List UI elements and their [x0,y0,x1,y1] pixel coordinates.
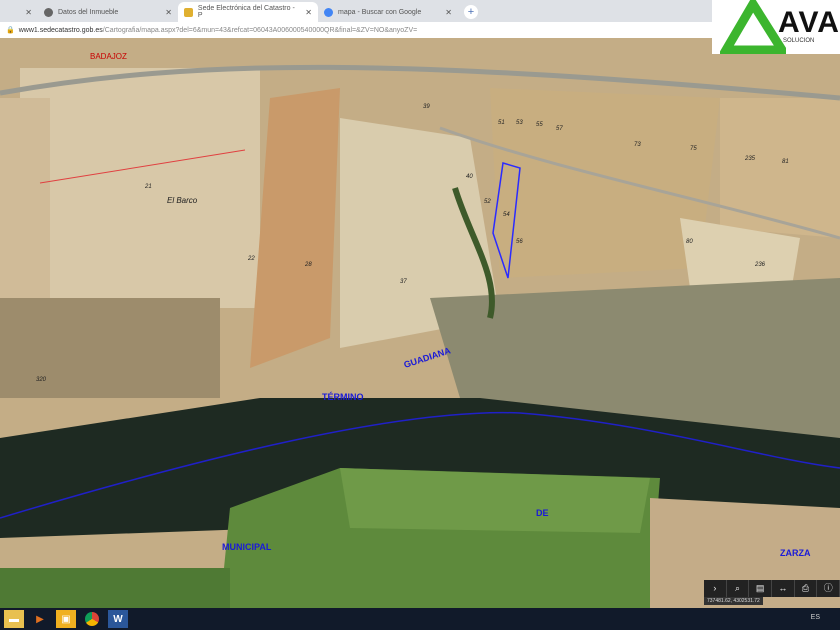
parcel [20,68,260,308]
parcel-label: 39 [423,104,430,110]
word-icon[interactable]: W [108,610,128,628]
company-logo: AVA SOLUCION [712,0,840,54]
parcel-label: 57 [556,126,563,132]
google-icon [324,7,333,17]
parcel-label: 40 [466,174,473,180]
tab-catastro[interactable]: Sede Electrónica del Catastro - P ✕ [178,2,318,22]
parcel-label: 320 [36,377,47,383]
layers-icon[interactable]: ▤ [749,580,773,597]
print-icon[interactable]: ⎙ [795,580,818,597]
language-indicator[interactable]: ES [811,614,820,621]
info-icon[interactable]: ⓘ [817,580,840,597]
tab-google[interactable]: mapa - Buscar con Google ✕ [318,2,458,22]
parcel-label: 236 [754,262,766,268]
coordinates-readout: 737481.62, 4302531.72 [704,597,763,605]
globe-icon [44,7,53,17]
arrow-right-icon[interactable]: › [704,580,727,597]
catastro-icon [184,7,193,17]
close-tab-icon[interactable]: ✕ [165,8,172,17]
parcel-label: 22 [247,256,255,262]
parcel-label: 53 [516,120,523,126]
close-tab-icon[interactable]: ✕ [445,8,452,17]
taskbar: ▬ ▶ ▣ W [0,608,840,630]
parcel-label: 81 [782,159,789,165]
lock-icon: 🔒 [6,27,15,34]
boundary-label: DE [536,508,549,518]
media-player-icon[interactable]: ▶ [30,610,50,628]
boundary-label: TÉRMINO [322,392,364,402]
measure-icon[interactable]: ↔ [772,580,795,597]
chrome-icon[interactable] [82,610,102,628]
parcel-label: 55 [536,122,543,128]
parcel-label: 54 [503,212,510,218]
parcel-label: 235 [744,156,756,162]
close-icon[interactable]: ✕ [0,8,38,22]
search-icon[interactable]: ⌕ [727,580,750,597]
close-tab-icon[interactable]: ✕ [305,8,312,17]
new-tab-button[interactable]: + [464,5,478,19]
satellite-map[interactable]: BADAJOZ El Barco 21 22 28 37 39 40 51 52… [0,38,840,608]
logo-triangle-icon [720,0,786,54]
place-label: El Barco [167,196,198,205]
parcel-label: 75 [690,146,697,152]
file-explorer-icon[interactable]: ▬ [4,610,24,628]
parcel-label: 56 [516,239,523,245]
map-toolbar: › ⌕ ▤ ↔ ⎙ ⓘ [704,580,840,597]
parcel-label: 37 [400,279,407,285]
road-label: BADAJOZ [90,52,127,61]
parcel-label: 73 [634,142,641,148]
parcel-label: 52 [484,199,491,205]
boundary-label: MUNICIPAL [222,542,272,552]
parcel-label: 51 [498,120,505,126]
parcel-label: 80 [686,239,693,245]
boundary-label: ZARZA [780,548,811,558]
folder-icon[interactable]: ▣ [56,610,76,628]
tab-datos-inmueble[interactable]: Datos del Inmueble ✕ [38,2,178,22]
parcel-label: 28 [304,262,312,268]
parcel-label: 21 [144,184,152,190]
